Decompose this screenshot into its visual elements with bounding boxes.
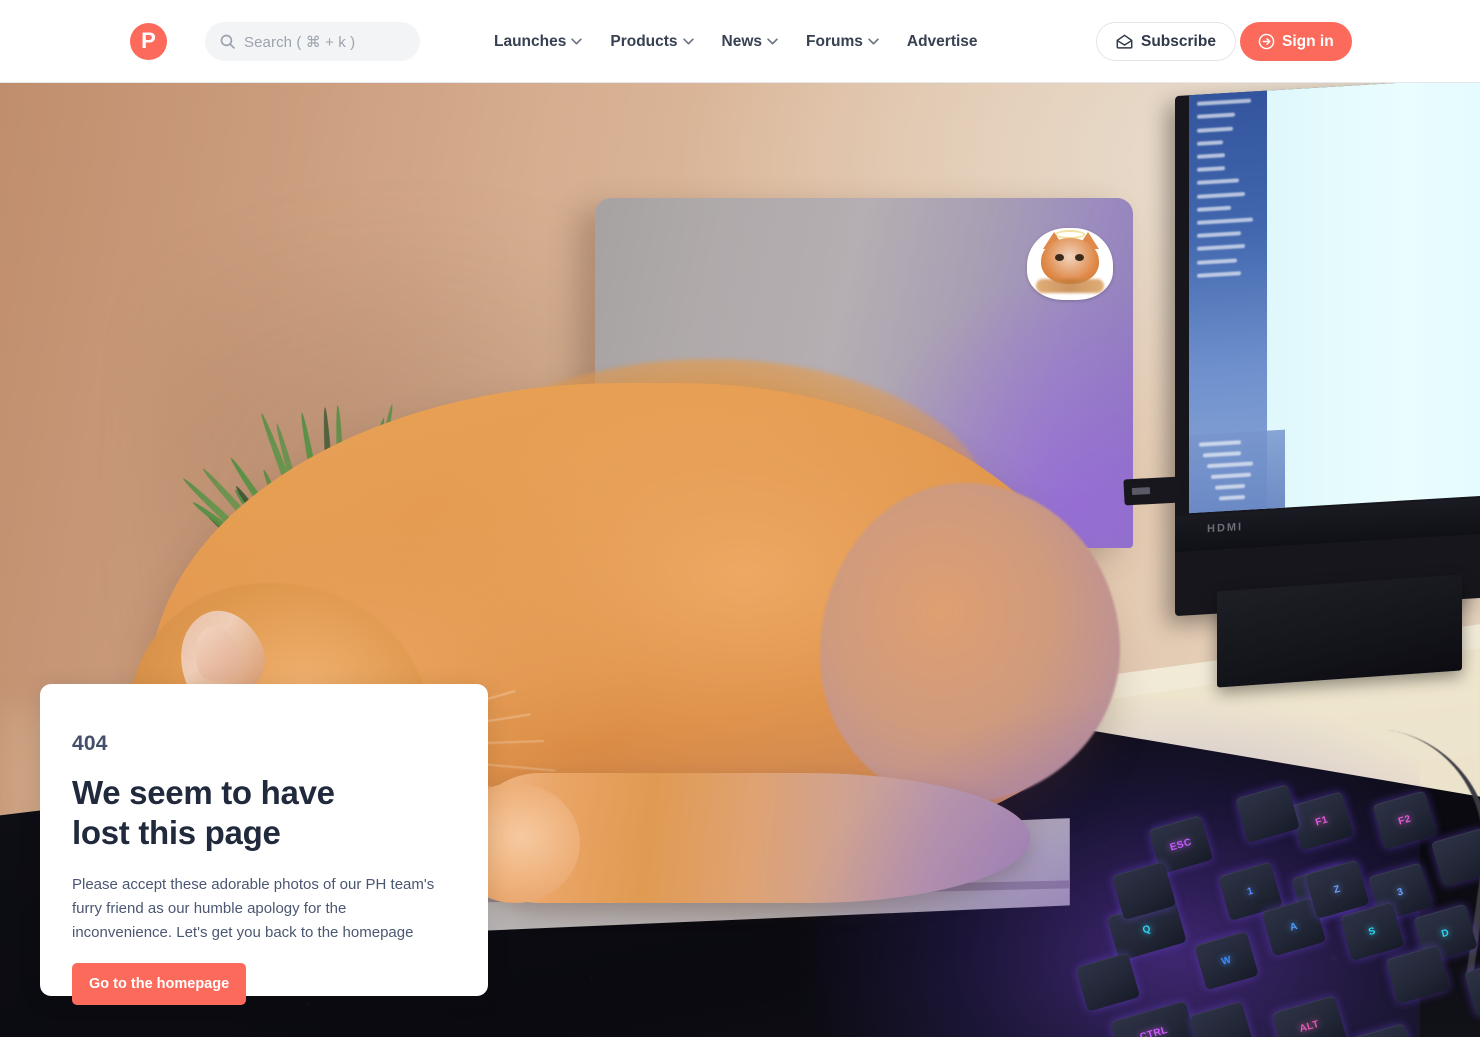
mat-fleck bbox=[704, 923, 706, 925]
usb-cable-plug bbox=[1123, 476, 1181, 506]
layer-row bbox=[1197, 112, 1235, 120]
keyboard-key bbox=[1430, 827, 1480, 887]
page-row bbox=[1207, 461, 1253, 469]
layer-row bbox=[1197, 191, 1245, 199]
nav-label: Advertise bbox=[906, 32, 978, 50]
keyboard-key: F1 bbox=[1289, 791, 1355, 851]
layer-row bbox=[1197, 217, 1253, 225]
page-row bbox=[1219, 494, 1245, 501]
sticker-cat-face bbox=[1041, 238, 1099, 284]
error-code: 404 bbox=[72, 732, 108, 755]
chevron-down-icon bbox=[682, 38, 694, 45]
product-hunt-logo[interactable]: P bbox=[130, 23, 167, 60]
monitor-stand bbox=[1217, 574, 1462, 688]
layer-row bbox=[1197, 126, 1233, 133]
nav-item-advertise[interactable]: Advertise bbox=[907, 33, 978, 51]
keyboard-key bbox=[1075, 952, 1141, 1012]
chevron-down-icon bbox=[571, 38, 583, 45]
error-title: We seem to have lost this page bbox=[72, 773, 448, 853]
search-input[interactable]: Search ( ⌘ + k ) bbox=[205, 22, 420, 61]
error-card: 404 We seem to have lost this page Pleas… bbox=[40, 684, 488, 1005]
nav-item-products[interactable]: Products bbox=[610, 32, 694, 51]
sticker-cat-eye-left bbox=[1055, 254, 1064, 261]
external-monitor: HDMI bbox=[1175, 83, 1480, 617]
logo-letter: P bbox=[141, 27, 156, 53]
layer-row bbox=[1197, 231, 1241, 239]
nav-item-news[interactable]: News bbox=[722, 33, 779, 51]
sticker-cat-eye-right bbox=[1075, 254, 1084, 261]
layer-row bbox=[1197, 258, 1237, 265]
layer-row bbox=[1197, 244, 1245, 252]
keyboard-key: F2 bbox=[1372, 790, 1437, 850]
nav-label: Launches bbox=[494, 32, 567, 50]
main-nav: Launches Products News Forums Advertise bbox=[494, 0, 978, 83]
sign-in-button[interactable]: Sign in bbox=[1240, 22, 1352, 61]
signin-label: Sign in bbox=[1282, 32, 1334, 50]
layer-row bbox=[1197, 178, 1239, 186]
search-icon bbox=[220, 34, 235, 49]
layer-row bbox=[1197, 98, 1251, 107]
chevron-down-icon bbox=[767, 38, 778, 45]
cat-face-sticker bbox=[1027, 228, 1113, 300]
monitor-hdmi-label: HDMI bbox=[1207, 521, 1244, 536]
nav-label: Products bbox=[610, 32, 678, 50]
layer-row bbox=[1197, 270, 1241, 278]
error-title-line2: lost this page bbox=[72, 814, 281, 851]
page-row bbox=[1215, 483, 1245, 490]
keyboard-key: CTRL bbox=[1109, 1000, 1198, 1037]
subscribe-label: Subscribe bbox=[1141, 32, 1216, 50]
keyboard-key bbox=[1189, 1001, 1254, 1037]
envelope-open-icon bbox=[1116, 34, 1133, 49]
keyboard-key: W bbox=[1194, 931, 1259, 991]
page-row bbox=[1203, 451, 1241, 458]
mat-fleck bbox=[761, 1006, 764, 1009]
layer-row bbox=[1197, 153, 1225, 159]
error-title-line1: We seem to have bbox=[72, 774, 335, 811]
nav-item-launches[interactable]: Launches bbox=[494, 32, 583, 51]
keyboard-key bbox=[1351, 1023, 1417, 1037]
layer-row bbox=[1197, 140, 1223, 146]
subscribe-button[interactable]: Subscribe bbox=[1096, 22, 1236, 61]
nav-item-forums[interactable]: Forums bbox=[806, 33, 879, 51]
design-tool-pages-panel bbox=[1189, 429, 1285, 514]
page-row bbox=[1211, 472, 1251, 479]
go-to-homepage-button[interactable]: Go to the homepage bbox=[72, 963, 247, 1005]
mat-fleck bbox=[590, 977, 594, 981]
layer-row bbox=[1197, 205, 1231, 212]
chevron-down-icon bbox=[868, 38, 879, 45]
site-header: P Search ( ⌘ + k ) Launches Products New… bbox=[0, 0, 1480, 83]
keyboard-key: ALT bbox=[1271, 995, 1347, 1037]
search-placeholder: Search ( ⌘ + k ) bbox=[244, 33, 356, 51]
keyboard-key bbox=[1464, 957, 1480, 1017]
nav-label: News bbox=[721, 32, 763, 50]
login-arrow-icon bbox=[1258, 33, 1275, 50]
page-row bbox=[1199, 440, 1241, 447]
layer-row bbox=[1197, 166, 1225, 173]
monitor-screen bbox=[1189, 83, 1480, 514]
nav-label: Forums bbox=[806, 32, 863, 50]
error-description: Please accept these adorable photos of o… bbox=[72, 876, 435, 941]
sticker-cat-script-text bbox=[1036, 279, 1104, 293]
